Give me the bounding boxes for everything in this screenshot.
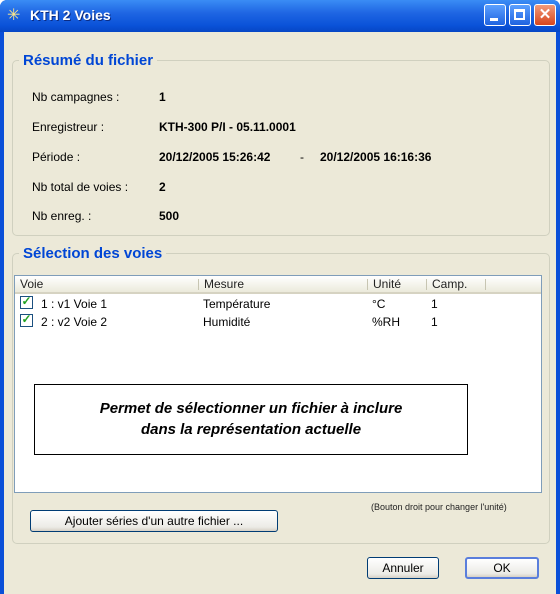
list-header: Voie Mesure Unité Camp. <box>15 276 541 294</box>
column-header-camp[interactable]: Camp. <box>427 276 485 292</box>
ok-button[interactable]: OK <box>465 557 539 579</box>
selection-legend: Sélection des voies <box>23 245 163 262</box>
channel-camp: 1 <box>431 315 438 329</box>
callout-line-2: dans la représentation actuelle <box>140 421 362 438</box>
add-series-button[interactable]: Ajouter séries d'un autre fichier ... <box>30 510 278 532</box>
cancel-button[interactable]: Annuler <box>367 557 439 579</box>
close-icon: ✕ <box>538 6 552 23</box>
campaigns-value: 1 <box>159 90 166 104</box>
period-end: 20/12/2005 16:16:36 <box>320 150 432 164</box>
unit-hint: (Bouton droit pour changer l'unité) <box>371 502 507 512</box>
maximize-icon <box>514 9 525 20</box>
channel-camp: 1 <box>431 297 438 311</box>
channel-row[interactable]: ✓ 2 : v2 Voie 2 Humidité %RH 1 <box>15 312 541 331</box>
minimize-button[interactable] <box>484 4 506 26</box>
summary-group: Résumé du fichier <box>12 52 550 236</box>
total-channels-value: 2 <box>159 180 166 194</box>
period-separator: - <box>300 150 304 164</box>
maximize-button[interactable] <box>509 4 531 26</box>
period-label: Période : <box>32 150 81 164</box>
title-bar[interactable]: ✳ KTH 2 Voies ✕ <box>0 0 560 32</box>
dialog-window: ✳ KTH 2 Voies ✕ Résumé du fichier Nb cam… <box>0 0 560 594</box>
channel-row[interactable]: ✓ 1 : v1 Voie 1 Température °C 1 <box>15 294 541 313</box>
channel-voie: 1 : v1 Voie 1 <box>41 297 108 311</box>
campaigns-label: Nb campagnes : <box>32 90 120 104</box>
callout-line-1: Permet de sélectionner un fichier à incl… <box>99 400 403 417</box>
close-button[interactable]: ✕ <box>534 4 556 26</box>
star-icon: ✳ <box>7 7 21 24</box>
total-channels-label: Nb total de voies : <box>32 180 129 194</box>
channel-checkbox[interactable]: ✓ <box>20 312 33 327</box>
channel-checkbox[interactable]: ✓ <box>20 294 33 309</box>
channel-unite: %RH <box>372 315 401 329</box>
records-value: 500 <box>159 209 180 223</box>
minimize-icon <box>490 18 498 21</box>
channel-voie: 2 : v2 Voie 2 <box>41 315 108 329</box>
channel-list[interactable]: Voie Mesure Unité Camp. ✓ 1 : v1 Voie 1 … <box>14 275 542 493</box>
column-header-unite[interactable]: Unité <box>368 276 426 292</box>
period-start: 20/12/2005 15:26:42 <box>159 150 271 164</box>
column-header-voie[interactable]: Voie <box>15 276 198 292</box>
channel-mesure: Humidité <box>203 315 251 329</box>
records-label: Nb enreg. : <box>32 209 92 223</box>
recorder-value: KTH-300 P/I - 05.11.0001 <box>159 120 296 134</box>
tooltip-callout: Permet de sélectionner un fichier à incl… <box>34 384 468 455</box>
column-header-mesure[interactable]: Mesure <box>199 276 367 292</box>
channel-mesure: Température <box>203 297 271 311</box>
summary-legend: Résumé du fichier <box>23 52 154 69</box>
checkmark-icon: ✓ <box>21 294 32 308</box>
column-divider[interactable] <box>485 279 486 290</box>
channel-unite: °C <box>372 297 386 311</box>
dialog-body: Résumé du fichier Nb campagnes : 1 Enreg… <box>4 32 556 594</box>
window-title: KTH 2 Voies <box>30 7 111 23</box>
checkmark-icon: ✓ <box>21 312 32 326</box>
recorder-label: Enregistreur : <box>32 120 105 134</box>
